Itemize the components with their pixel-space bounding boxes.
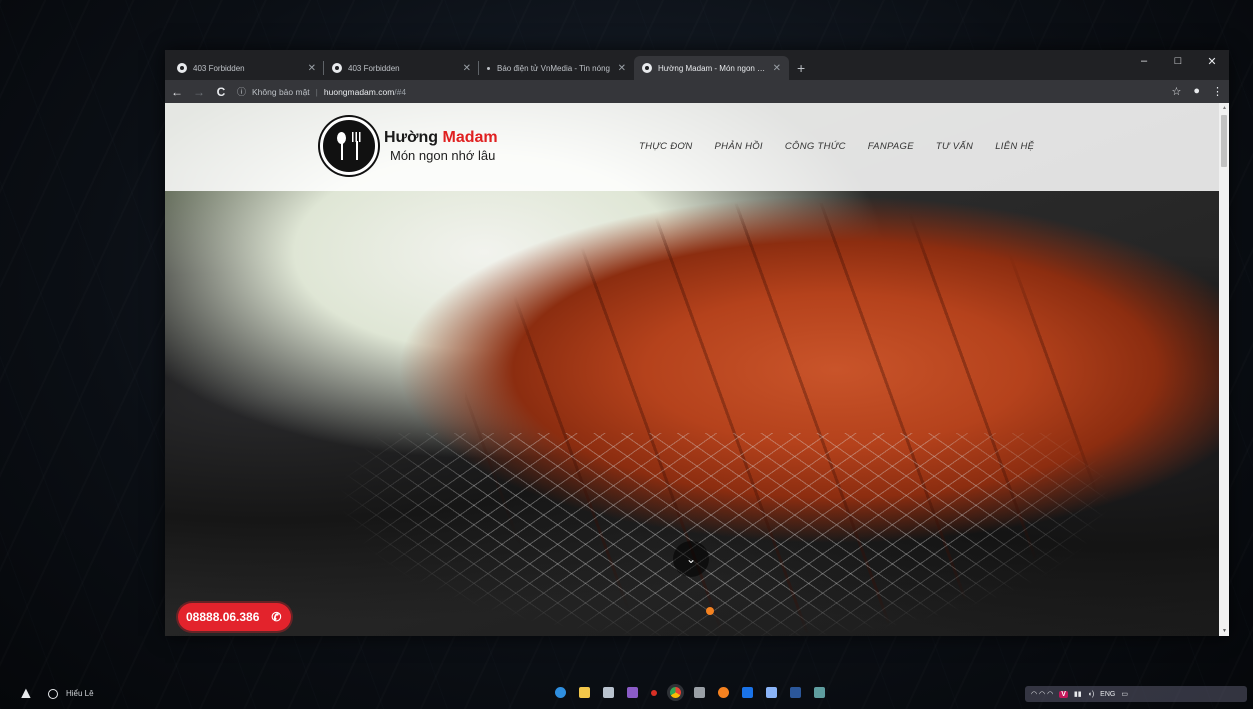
snip-app-icon[interactable] xyxy=(694,687,705,698)
minimize-button[interactable]: – xyxy=(1127,50,1161,72)
toolbar-actions: ☆ ● ⋮ xyxy=(1171,85,1223,98)
start-logo-icon[interactable]: ▲ xyxy=(18,685,34,703)
network-icon[interactable]: ▮▮ xyxy=(1074,690,1082,698)
hotline-button[interactable]: 08888.06.386 ✆ xyxy=(178,603,292,631)
vietkey-icon[interactable]: V xyxy=(1059,690,1068,698)
tab-title: 403 Forbidden xyxy=(193,63,245,73)
menu-thuc-don[interactable]: THỰC ĐƠN xyxy=(639,141,693,152)
tab-403-forbidden-1[interactable]: 403 Forbidden ✕ xyxy=(169,56,324,80)
blue-app-icon[interactable] xyxy=(742,687,753,698)
media-app-icon[interactable] xyxy=(814,687,825,698)
notification-icon[interactable]: ▭ xyxy=(1121,690,1128,698)
brand-tagline: Món ngon nhớ lâu xyxy=(390,148,496,163)
close-icon[interactable]: ✕ xyxy=(463,63,471,74)
bookmark-star-icon[interactable]: ☆ xyxy=(1171,85,1181,98)
scroll-up-arrow-icon[interactable]: ▲ xyxy=(1222,105,1227,111)
edge-app-icon[interactable] xyxy=(555,687,566,698)
hero-image-rack xyxy=(335,433,1115,636)
address-bar[interactable]: ⓘ Không bảo mật | huongmadam.com/#4 xyxy=(237,83,1161,101)
word-app-icon[interactable] xyxy=(790,687,801,698)
security-label: Không bảo mật xyxy=(252,86,310,97)
system-tray: ◠ ◠ ◠ V ▮▮ ◖) ENG ▭ xyxy=(1025,686,1247,702)
phone-icon: ✆ xyxy=(271,610,282,624)
taskbar: ▲ Hiểu Lê ◠ ◠ ◠ V ▮▮ ◖) ENG ▭ xyxy=(0,679,1253,709)
new-tab-button[interactable]: + xyxy=(789,60,813,80)
tab-strip: 403 Forbidden ✕ 403 Forbidden ✕ Báo điện… xyxy=(165,50,1229,80)
url-host: huongmadam.com/#4 xyxy=(323,86,407,97)
chrome-globe-icon xyxy=(332,63,342,73)
hotline-number: 08888.06.386 xyxy=(186,610,260,624)
taskbar-apps xyxy=(555,687,825,698)
logo-text: Hường Madam Món ngon nhớ lâu xyxy=(384,129,498,163)
tab-403-forbidden-2[interactable]: 403 Forbidden ✕ xyxy=(324,56,479,80)
chrome-app-icon[interactable] xyxy=(670,687,681,698)
chrome-globe-icon xyxy=(177,63,187,73)
volume-icon[interactable]: ◖) xyxy=(1088,691,1095,698)
gray-app-icon[interactable] xyxy=(766,687,777,698)
tab-title: Hường Madam - Món ngon nhớ lâu xyxy=(658,63,767,73)
browser-menu-icon[interactable]: ⋮ xyxy=(1212,85,1223,98)
menu-lien-he[interactable]: LIÊN HỆ xyxy=(995,141,1034,152)
url-divider: | xyxy=(315,86,318,97)
menu-fanpage[interactable]: FANPAGE xyxy=(868,141,914,152)
page-viewport: Hường Madam Món ngon nhớ lâu THỰC ĐƠN PH… xyxy=(165,103,1229,636)
file-explorer-app-icon[interactable] xyxy=(579,687,590,698)
close-icon[interactable]: ✕ xyxy=(308,63,316,74)
orange-app-icon[interactable] xyxy=(718,687,729,698)
store-app-icon[interactable] xyxy=(603,687,614,698)
menu-tu-van[interactable]: TƯ VẤN xyxy=(936,141,973,152)
site-header: Hường Madam Món ngon nhớ lâu THỰC ĐƠN PH… xyxy=(165,103,1219,191)
main-menu: THỰC ĐƠN PHẢN HỒI CÔNG THỨC FANPAGE TƯ V… xyxy=(639,141,1034,152)
red-app-icon[interactable] xyxy=(651,690,657,696)
page-scrollbar[interactable]: ▲ ▼ xyxy=(1219,103,1229,636)
tab-vnmedia[interactable]: Báo điện tử VnMedia - Tin nóng ✕ xyxy=(479,56,634,80)
maximize-button[interactable]: □ xyxy=(1161,50,1195,72)
profile-icon[interactable]: ● xyxy=(1193,85,1200,98)
scrollbar-thumb[interactable] xyxy=(1221,115,1227,167)
scroll-down-arrow-icon[interactable]: ▼ xyxy=(1222,628,1227,634)
tab-huong-madam[interactable]: Hường Madam - Món ngon nhớ lâu ✕ xyxy=(634,56,789,80)
slider-indicator-dot[interactable] xyxy=(706,607,714,615)
site-logo[interactable]: Hường Madam Món ngon nhớ lâu xyxy=(320,117,498,175)
close-icon[interactable]: ✕ xyxy=(773,63,781,74)
loading-dot-icon xyxy=(487,66,490,70)
brand-name: Hường Madam xyxy=(384,129,498,146)
back-button[interactable]: ← xyxy=(171,85,183,99)
info-icon[interactable]: ⓘ xyxy=(237,85,246,98)
language-indicator[interactable]: ENG xyxy=(1100,691,1115,698)
chevron-down-icon: ⌄ xyxy=(685,552,697,566)
reload-button[interactable]: C xyxy=(215,85,227,99)
browser-window: 403 Forbidden ✕ 403 Forbidden ✕ Báo điện… xyxy=(165,50,1229,636)
forward-button[interactable]: → xyxy=(193,85,205,99)
window-controls: – □ ✕ xyxy=(1127,50,1229,72)
browser-toolbar: ← → C ⓘ Không bảo mật | huongmadam.com/#… xyxy=(165,80,1229,103)
tab-title: 403 Forbidden xyxy=(348,63,400,73)
scroll-down-button[interactable]: ⌄ xyxy=(673,541,709,577)
visual-studio-app-icon[interactable] xyxy=(627,687,638,698)
tray-icons[interactable]: ◠ ◠ ◠ xyxy=(1031,690,1053,698)
taskbar-user-name: Hiểu Lê xyxy=(66,689,94,698)
search-icon[interactable] xyxy=(48,689,58,699)
chrome-globe-icon xyxy=(642,63,652,73)
close-window-button[interactable]: ✕ xyxy=(1195,50,1229,72)
spoon-fork-logo-icon xyxy=(320,117,378,175)
menu-phan-hoi[interactable]: PHẢN HỒI xyxy=(715,141,763,152)
menu-cong-thuc[interactable]: CÔNG THỨC xyxy=(785,141,846,152)
tab-title: Báo điện tử VnMedia - Tin nóng xyxy=(497,63,610,73)
close-icon[interactable]: ✕ xyxy=(618,63,626,74)
